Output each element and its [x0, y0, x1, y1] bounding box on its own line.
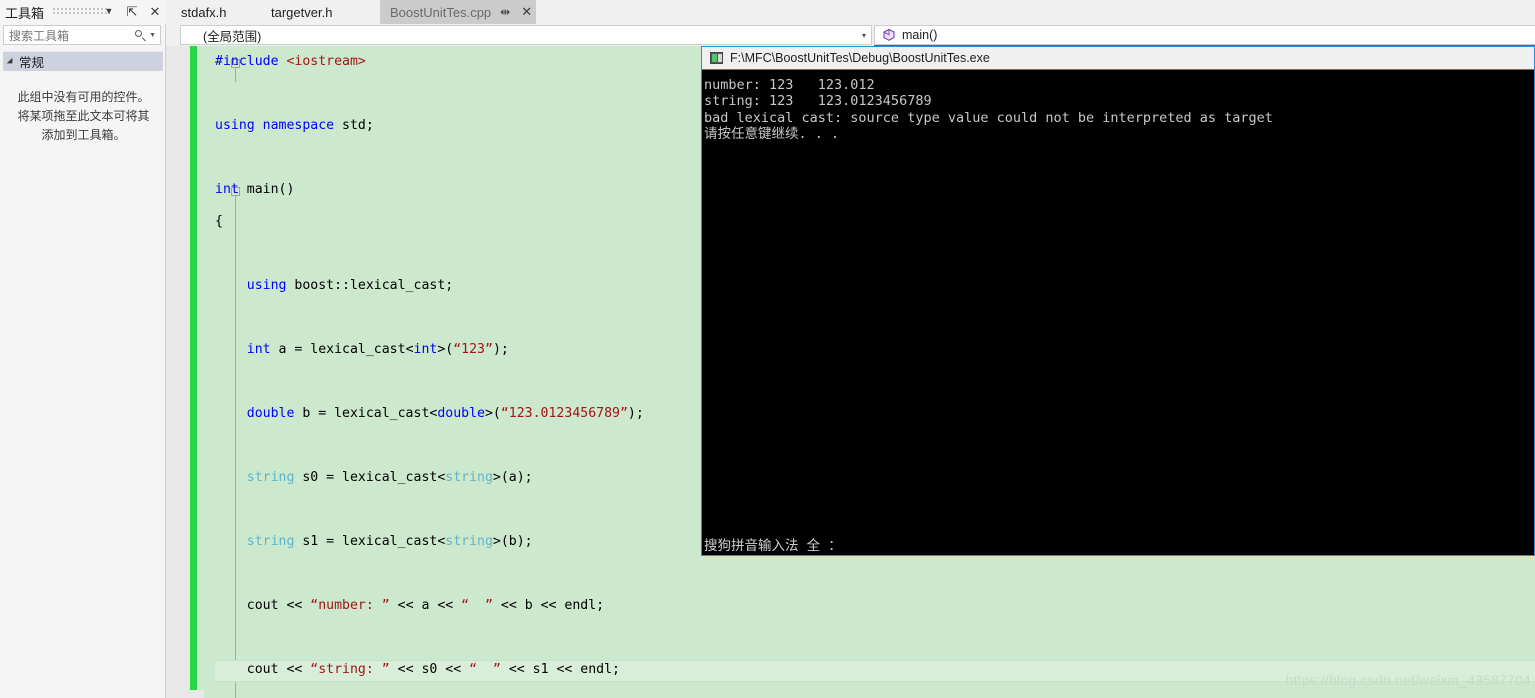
- close-icon[interactable]: ✕: [148, 3, 162, 19]
- ime-status-text: 搜狗拼音输入法 全 ：: [704, 538, 842, 554]
- code-token: b = lexical_cast<: [294, 406, 438, 421]
- code-token: >(b);: [492, 534, 533, 549]
- code-token: {: [215, 214, 223, 229]
- editor-tab-bar: stdafx.h targetver.h BoostUnitTes.cpp ⇹ …: [166, 0, 1535, 24]
- member-dropdown[interactable]: main(): [874, 25, 1535, 45]
- console-window[interactable]: F:\MFC\BoostUnitTes\Debug\BoostUnitTes.e…: [701, 46, 1535, 556]
- code-token: “number: ”: [310, 598, 390, 613]
- member-label: main(): [902, 28, 938, 42]
- chevron-down-icon[interactable]: ▼: [149, 32, 156, 39]
- code-token: << s0 <<: [389, 662, 470, 677]
- code-token: “ ”: [461, 598, 493, 613]
- watermark: https://blog.csdn.net/weixin_43587704: [1285, 672, 1531, 688]
- pin-icon[interactable]: ⇱: [125, 3, 139, 19]
- console-output: number: 123 123.012 string: 123 123.0123…: [702, 70, 1534, 533]
- search-placeholder: 搜索工具箱: [9, 28, 70, 43]
- chevron-down-icon[interactable]: ▾: [862, 31, 866, 40]
- horizontal-scroll-strip[interactable]: [166, 690, 204, 698]
- code-token: int: [215, 182, 239, 197]
- code-token: “123”: [453, 342, 493, 357]
- code-token: using: [246, 278, 287, 293]
- console-icon: [710, 52, 723, 64]
- code-token: << a <<: [389, 598, 462, 613]
- tab-close-icon[interactable]: ✕: [521, 4, 532, 20]
- code-token: cout <<: [246, 598, 311, 613]
- code-token: string: [246, 534, 295, 549]
- code-token: string: [445, 470, 493, 485]
- toolbox-group-general[interactable]: 常规: [3, 51, 163, 71]
- code-token: boost::lexical_cast;: [286, 278, 454, 293]
- console-title-bar[interactable]: F:\MFC\BoostUnitTes\Debug\BoostUnitTes.e…: [702, 47, 1534, 70]
- code-token: << s1 << endl;: [500, 662, 620, 677]
- console-title: F:\MFC\BoostUnitTes\Debug\BoostUnitTes.e…: [730, 51, 990, 65]
- toolbox-title: 工具箱: [5, 5, 45, 21]
- code-token: >(: [484, 406, 501, 421]
- code-token: >(: [437, 342, 454, 357]
- code-token: int: [246, 342, 271, 357]
- chevron-down-icon[interactable]: ▼: [102, 3, 116, 19]
- tab-stdafx-h[interactable]: stdafx.h: [171, 0, 237, 24]
- expander-triangle-icon: [6, 57, 16, 66]
- code-token: double: [246, 406, 295, 421]
- toolbox-header: 工具箱 ▼ ⇱ ✕: [0, 0, 166, 24]
- ime-status-bar: 搜狗拼音输入法 全 ：: [702, 533, 1534, 555]
- code-token: “string: ”: [310, 662, 390, 677]
- code-token: );: [627, 406, 644, 421]
- code-token: main(): [238, 182, 295, 197]
- tab-label: BoostUnitTes.cpp: [390, 4, 492, 20]
- code-token: string: [445, 534, 493, 549]
- code-token: int: [413, 342, 438, 357]
- code-token: using namespace: [215, 118, 343, 133]
- toolbox-panel: 工具箱 ▼ ⇱ ✕ 搜索工具箱 ▼ 常规 此组中没有可用的控件。 将某项拖至此文…: [0, 0, 166, 698]
- change-tracking-bar: [190, 46, 197, 692]
- code-token: a = lexical_cast<: [270, 342, 414, 357]
- code-token: “ ”: [469, 662, 501, 677]
- code-token: <iostream>: [286, 54, 366, 69]
- toolbox-search-input[interactable]: 搜索工具箱 ▼: [3, 25, 161, 45]
- tab-pin-icon[interactable]: ⇹: [500, 5, 510, 19]
- empty-line-3: 添加到工具箱。: [41, 128, 126, 142]
- code-token: string: [246, 470, 295, 485]
- tab-targetver-h[interactable]: targetver.h: [261, 0, 342, 24]
- code-token: >(a);: [492, 470, 533, 485]
- vs-ide-window: 工具箱 ▼ ⇱ ✕ 搜索工具箱 ▼ 常规 此组中没有可用的控件。 将某项拖至此文…: [0, 0, 1535, 698]
- scope-label: (全局范围): [203, 29, 262, 44]
- editor-left-margin: [166, 46, 190, 698]
- tab-boostunittes-cpp[interactable]: BoostUnitTes.cpp ⇹ ✕: [380, 0, 537, 24]
- tab-label: targetver.h: [271, 4, 333, 20]
- scope-dropdown[interactable]: (全局范围) ▾: [180, 25, 872, 45]
- code-token: std;: [342, 118, 374, 133]
- code-token: cout <<: [246, 662, 311, 677]
- code-token: double: [437, 406, 485, 421]
- toolbox-group-label: 常规: [19, 56, 45, 70]
- toolbox-empty-message: 此组中没有可用的控件。 将某项拖至此文本可将其 添加到工具箱。: [6, 88, 161, 145]
- code-token: s1 = lexical_cast<: [294, 534, 446, 549]
- code-token: s0 = lexical_cast<: [294, 470, 446, 485]
- code-token: #include: [215, 54, 287, 69]
- empty-line-2: 将某项拖至此文本可将其: [17, 109, 150, 123]
- navigation-bar: (全局范围) ▾ main(): [166, 24, 1535, 47]
- code-line: cout << “number: ” << a << “ ” << b << e…: [197, 590, 1535, 622]
- empty-line-1: 此组中没有可用的控件。: [17, 90, 150, 104]
- code-token: );: [492, 342, 509, 357]
- method-icon: [882, 28, 896, 42]
- code-token: << b << endl;: [492, 598, 605, 613]
- code-token: “123.0123456789”: [500, 406, 628, 421]
- search-icon[interactable]: [135, 29, 146, 41]
- tab-label: stdafx.h: [181, 4, 227, 20]
